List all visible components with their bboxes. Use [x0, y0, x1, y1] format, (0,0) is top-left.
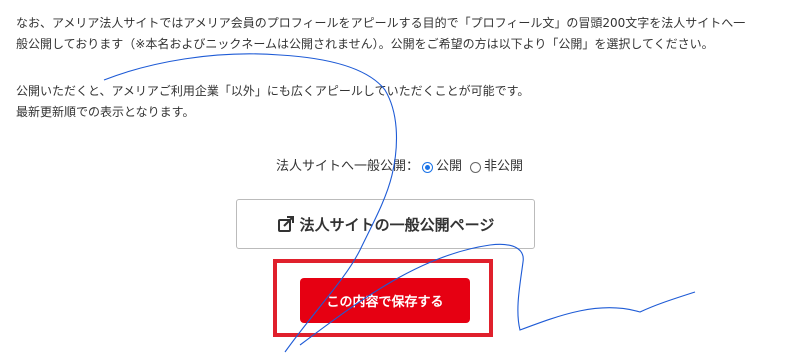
radio-private[interactable]: 非公開 — [470, 156, 523, 178]
description-line-2: 般公開しております（※本名およびニックネームは公開されません）。公開をご希望の方… — [16, 37, 714, 51]
radio-private-indicator[interactable] — [470, 161, 481, 173]
description-line-4: 最新更新順での表示となります。 — [16, 105, 195, 119]
save-button-label[interactable]: この内容で保存する — [326, 291, 443, 310]
description-paragraph-1: なお、アメリア法人サイトではアメリア会員のプロフィールをアピールする目的で「プロ… — [16, 13, 745, 55]
description-paragraph-2: 公開いただくと、アメリアご利用企業「以外」にも広くアピールしていただくことが可能… — [16, 81, 529, 123]
external-link-icon — [277, 215, 295, 233]
public-page-button-label[interactable]: 法人サイトの一般公開ページ — [300, 214, 495, 235]
description-line-3: 公開いただくと、アメリアご利用企業「以外」にも広くアピールしていただくことが可能… — [16, 84, 530, 98]
description-line-1: なお、アメリア法人サイトではアメリア会員のプロフィールをアピールする目的で「プロ… — [16, 16, 746, 30]
radio-public[interactable]: 公開 — [421, 156, 462, 178]
visibility-setting-row: 法人サイトへ一般公開： 公開 非公開 — [0, 156, 785, 178]
radio-public-label[interactable]: 公開 — [436, 156, 462, 178]
radio-private-label[interactable]: 非公開 — [484, 156, 523, 178]
profile-publish-settings: なお、アメリア法人サイトではアメリア会員のプロフィールをアピールする目的で「プロ… — [0, 0, 785, 355]
save-button[interactable]: この内容で保存する — [300, 278, 470, 323]
visibility-setting-group: 法人サイトへ一般公開： 公開 非公開 — [276, 156, 523, 178]
public-page-button[interactable]: 法人サイトの一般公開ページ — [236, 199, 535, 249]
visibility-label: 法人サイトへ一般公開： — [275, 159, 419, 174]
radio-public-indicator[interactable] — [421, 161, 433, 173]
